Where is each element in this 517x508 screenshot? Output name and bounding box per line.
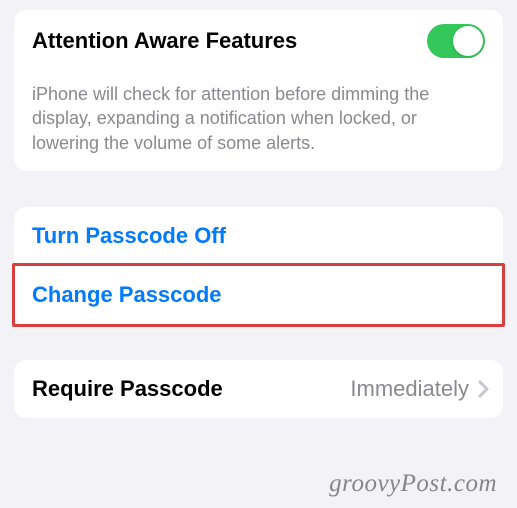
chevron-right-icon xyxy=(477,379,491,399)
require-passcode-label: Require Passcode xyxy=(32,376,350,402)
attention-aware-row: Attention Aware Features xyxy=(14,10,503,72)
attention-aware-toggle[interactable] xyxy=(427,24,485,58)
turn-passcode-off-button[interactable]: Turn Passcode Off xyxy=(14,207,503,266)
passcode-actions-section-wrapper: Turn Passcode Off Change Passcode xyxy=(14,207,503,324)
require-passcode-row[interactable]: Require Passcode Immediately xyxy=(14,360,503,418)
passcode-actions-section: Turn Passcode Off Change Passcode xyxy=(14,207,503,324)
require-passcode-value: Immediately xyxy=(350,376,469,402)
attention-aware-description: iPhone will check for attention before d… xyxy=(14,72,503,171)
watermark-text: groovyPost.com xyxy=(329,470,497,498)
require-passcode-section: Require Passcode Immediately xyxy=(14,360,503,418)
attention-aware-title: Attention Aware Features xyxy=(32,28,427,54)
toggle-knob xyxy=(453,26,483,56)
change-passcode-button[interactable]: Change Passcode xyxy=(14,266,503,324)
attention-aware-section: Attention Aware Features iPhone will che… xyxy=(14,10,503,171)
